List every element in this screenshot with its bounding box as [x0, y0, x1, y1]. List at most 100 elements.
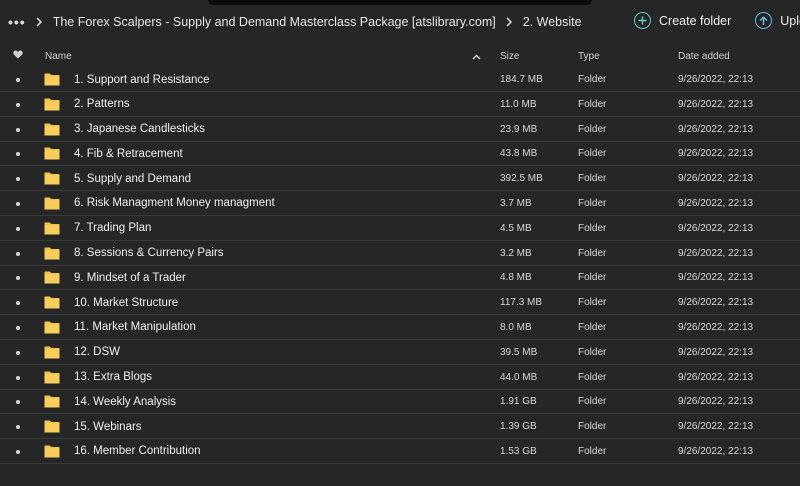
more-button[interactable]: •••: [8, 14, 26, 30]
table-row[interactable]: 15. Webinars 1.39 GB Folder 9/26/2022, 22:1…: [0, 415, 800, 440]
row-type: Folder: [578, 396, 607, 408]
table-body: 1. Support and Resistance 184.7 MB Folder 9…: [0, 68, 800, 464]
plus-circle-icon: [634, 12, 651, 29]
row-name[interactable]: 12. DSW: [74, 346, 120, 358]
row-name[interactable]: 3. Japanese Candlesticks: [74, 123, 205, 135]
column-header-size[interactable]: Size: [500, 51, 519, 62]
row-type: Folder: [578, 272, 607, 284]
row-size: 1.39 GB: [500, 421, 537, 433]
favorite-toggle[interactable]: [12, 446, 24, 457]
table-row[interactable]: 1. Support and Resistance 184.7 MB Folder 9…: [0, 68, 800, 92]
row-size: 44.0 MB: [500, 371, 538, 383]
favorite-toggle[interactable]: [12, 372, 24, 383]
row-size: 1.91 GB: [500, 396, 537, 408]
table-row[interactable]: 2. Patterns 11.0 MB Folder 9/26/2022, 22:13: [0, 93, 800, 117]
row-size: 392.5 MB: [500, 173, 543, 185]
file-table: Name Size Type Date added 1. Support and…: [0, 44, 800, 465]
row-size: 3.2 MB: [500, 247, 532, 259]
row-name[interactable]: 13. Extra Blogs: [74, 371, 152, 383]
row-size: 3.7 MB: [500, 197, 532, 209]
table-row[interactable]: 6. Risk Managment Money managment 3.7 MB F…: [0, 192, 800, 216]
row-name[interactable]: 8. Sessions & Currency Pairs: [74, 247, 224, 259]
row-date: 9/26/2022, 22:13: [678, 74, 754, 85]
row-date: 9/26/2022, 22:13: [678, 396, 754, 408]
row-type: Folder: [578, 74, 607, 85]
row-name[interactable]: 1. Support and Resistance: [74, 74, 210, 86]
row-name[interactable]: 6. Risk Managment Money managment: [74, 197, 275, 209]
row-name[interactable]: 5. Supply and Demand: [74, 173, 191, 185]
favorite-toggle[interactable]: [12, 124, 24, 135]
row-size: 43.8 MB: [500, 148, 538, 160]
row-type: Folder: [578, 247, 607, 259]
table-row[interactable]: 3. Japanese Candlesticks 23.9 MB Folder 9/2…: [0, 118, 800, 142]
upload-button[interactable]: Upload: [755, 12, 800, 29]
row-size: 39.5 MB: [500, 346, 538, 358]
create-folder-label: Create folder: [659, 13, 732, 28]
folder-icon: [44, 147, 60, 160]
table-row[interactable]: 12. DSW 39.5 MB Folder 9/26/2022, 22:13: [0, 341, 800, 365]
folder-icon: [44, 346, 60, 359]
table-row[interactable]: 14. Weekly Analysis 1.91 GB Folder 9/26/202…: [0, 390, 800, 415]
row-type: Folder: [578, 222, 607, 234]
row-name[interactable]: 14. Weekly Analysis: [74, 396, 176, 408]
row-date: 9/26/2022, 22:13: [678, 197, 754, 209]
row-size: 117.3 MB: [500, 297, 543, 309]
favorite-toggle[interactable]: [12, 223, 24, 234]
row-size: 23.9 MB: [500, 123, 538, 135]
favorite-toggle[interactable]: [12, 297, 24, 308]
column-header-type[interactable]: Type: [578, 51, 600, 62]
folder-icon: [44, 98, 60, 111]
table-row[interactable]: 10. Market Structure 117.3 MB Folder 9/26/2…: [0, 291, 800, 316]
top-bar: ••• The Forex Scalpers - Supply and Dema…: [0, 0, 800, 44]
folder-icon: [44, 123, 60, 136]
table-row[interactable]: 13. Extra Blogs 44.0 MB Folder 9/26/2022, 2…: [0, 366, 800, 390]
folder-icon: [44, 222, 60, 235]
table-row[interactable]: 9. Mindset of a Trader 4.8 MB Folder 9/26/2…: [0, 266, 800, 291]
row-date: 9/26/2022, 22:13: [678, 421, 754, 433]
row-name[interactable]: 9. Mindset of a Trader: [74, 272, 186, 284]
chevron-up-icon[interactable]: [472, 52, 481, 63]
favorite-toggle[interactable]: [12, 148, 24, 159]
table-row[interactable]: 5. Supply and Demand 392.5 MB Folder 9/26/2…: [0, 167, 800, 192]
row-name[interactable]: 2. Patterns: [74, 98, 130, 110]
table-row[interactable]: 11. Market Manipulation 8.0 MB Folder 9/26/…: [0, 316, 800, 340]
row-date: 9/26/2022, 22:13: [678, 247, 754, 259]
row-size: 4.8 MB: [500, 272, 532, 284]
table-row[interactable]: 16. Member Contribution 1.53 GB Folder 9/26…: [0, 440, 800, 464]
favorite-toggle[interactable]: [12, 198, 24, 209]
folder-icon: [44, 73, 60, 86]
chevron-right-icon: [36, 17, 44, 27]
column-header-name[interactable]: Name: [45, 51, 72, 62]
table-row[interactable]: 7. Trading Plan 4.5 MB Folder 9/26/2022, 22…: [0, 217, 800, 241]
favorite-toggle[interactable]: [12, 99, 24, 110]
favorite-toggle[interactable]: [12, 322, 24, 333]
row-type: Folder: [578, 421, 607, 433]
arrow-up-circle-icon: [755, 12, 773, 29]
table-row[interactable]: 8. Sessions & Currency Pairs 3.2 MB Folder…: [0, 242, 800, 266]
folder-icon: [44, 271, 60, 284]
row-name[interactable]: 10. Market Structure: [74, 297, 178, 309]
breadcrumb-item-website[interactable]: 2. Website: [523, 15, 582, 29]
folder-icon: [44, 247, 60, 260]
favorite-toggle[interactable]: [12, 347, 24, 358]
row-type: Folder: [578, 445, 607, 457]
heart-icon[interactable]: [12, 50, 24, 62]
row-date: 9/26/2022, 22:13: [678, 346, 754, 358]
folder-icon: [44, 395, 60, 408]
favorite-toggle[interactable]: [12, 421, 24, 432]
folder-icon: [44, 296, 60, 309]
row-name[interactable]: 4. Fib & Retracement: [74, 148, 183, 160]
create-folder-button[interactable]: Create folder: [634, 12, 731, 29]
row-name[interactable]: 16. Member Contribution: [74, 445, 201, 457]
favorite-toggle[interactable]: [12, 396, 24, 407]
row-name[interactable]: 15. Webinars: [74, 421, 142, 433]
breadcrumb-item-package[interactable]: The Forex Scalpers - Supply and Demand M…: [53, 15, 496, 29]
row-name[interactable]: 11. Market Manipulation: [74, 321, 196, 333]
favorite-toggle[interactable]: [12, 173, 24, 184]
favorite-toggle[interactable]: [12, 248, 24, 259]
favorite-toggle[interactable]: [12, 272, 24, 283]
favorite-toggle[interactable]: [12, 74, 24, 85]
column-header-date[interactable]: Date added: [678, 51, 730, 62]
table-row[interactable]: 4. Fib & Retracement 43.8 MB Folder 9/26/20…: [0, 142, 800, 167]
row-name[interactable]: 7. Trading Plan: [74, 222, 151, 234]
